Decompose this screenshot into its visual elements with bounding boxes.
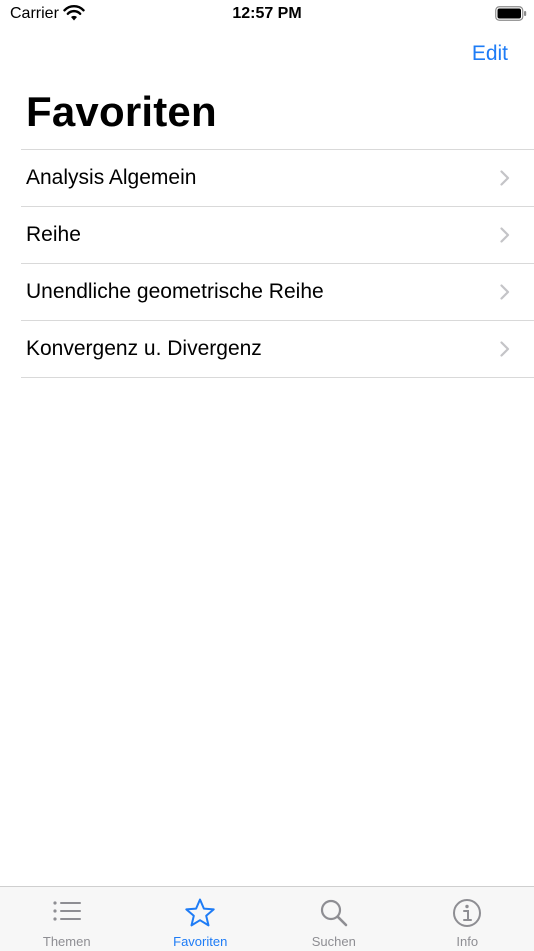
list-item-label: Analysis Algemein <box>26 150 196 206</box>
list-item-label: Konvergenz u. Divergenz <box>26 321 262 377</box>
chevron-right-icon <box>500 227 510 243</box>
tab-bar: Themen Favoriten Suchen Info <box>0 886 534 951</box>
list-item[interactable]: Analysis Algemein <box>21 150 534 207</box>
tab-favoriten[interactable]: Favoriten <box>134 887 268 951</box>
chevron-right-icon <box>500 170 510 186</box>
clock: 12:57 PM <box>0 5 534 23</box>
edit-button[interactable]: Edit <box>472 42 508 66</box>
tab-label: Info <box>401 934 534 949</box>
favorites-list: Analysis Algemein Reihe Unendliche geome… <box>21 149 534 378</box>
tab-label: Favoriten <box>134 934 268 949</box>
chevron-right-icon <box>500 284 510 300</box>
list-item-label: Unendliche geometrische Reihe <box>26 264 324 320</box>
tab-label: Suchen <box>267 934 401 949</box>
star-icon <box>184 897 216 929</box>
tab-suchen[interactable]: Suchen <box>267 887 401 951</box>
tab-themen[interactable]: Themen <box>0 887 134 951</box>
status-bar: Carrier 12:57 PM <box>0 0 534 30</box>
list-item-label: Reihe <box>26 207 81 263</box>
page-title: Favoriten <box>26 88 217 136</box>
battery-icon <box>495 6 527 21</box>
info-icon <box>451 897 483 929</box>
list-icon <box>51 897 83 929</box>
tab-label: Themen <box>0 934 134 949</box>
list-item[interactable]: Reihe <box>21 207 534 264</box>
tab-info[interactable]: Info <box>401 887 534 951</box>
list-item[interactable]: Konvergenz u. Divergenz <box>21 321 534 378</box>
chevron-right-icon <box>500 341 510 357</box>
search-icon <box>318 897 350 929</box>
list-item[interactable]: Unendliche geometrische Reihe <box>21 264 534 321</box>
